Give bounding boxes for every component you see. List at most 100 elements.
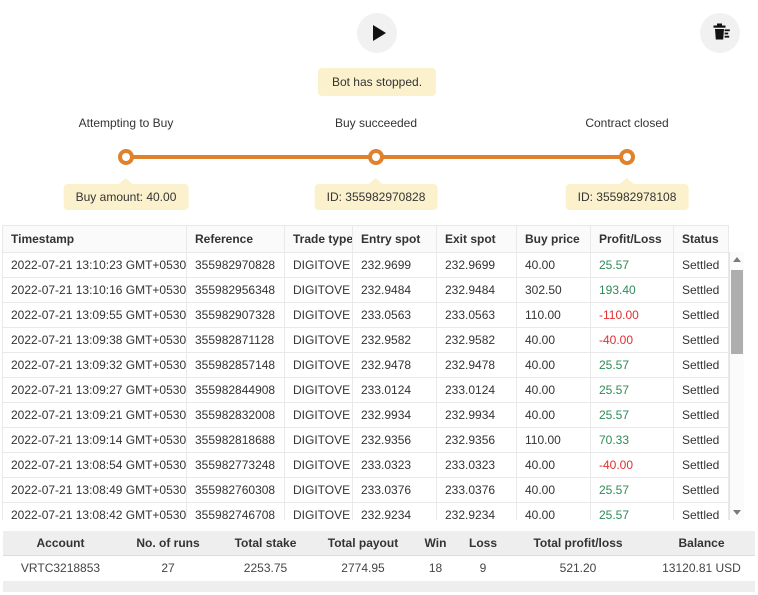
cell-status: Settled (673, 477, 729, 503)
summary-account: VRTC3218853 (3, 555, 118, 581)
cell-buy-price: 40.00 (516, 377, 591, 403)
cell-exit-spot: 233.0124 (436, 377, 517, 403)
cell-timestamp: 2022-07-21 13:08:42 GMT+0530 (2, 502, 187, 520)
cell-buy-price: 40.00 (516, 452, 591, 478)
col-header-timestamp: Timestamp (2, 225, 187, 253)
summary-col-total-stake: Total stake (218, 531, 313, 556)
table-row: 2022-07-21 13:09:27 GMT+0530 355982844908… (2, 377, 729, 403)
cell-timestamp: 2022-07-21 13:09:27 GMT+0530 (2, 377, 187, 403)
col-header-exit-spot: Exit spot (436, 225, 517, 253)
bot-status-banner: Bot has stopped. (317, 68, 437, 96)
scroll-up-button[interactable] (730, 252, 744, 267)
cell-timestamp: 2022-07-21 13:09:14 GMT+0530 (2, 427, 187, 453)
cell-entry-spot: 232.9356 (352, 427, 437, 453)
cell-reference: 355982956348 (186, 277, 285, 303)
cell-trade-type: DIGITOVE (284, 427, 353, 453)
table-row: 2022-07-21 13:09:21 GMT+0530 355982832008… (2, 402, 729, 428)
col-header-reference: Reference (186, 225, 285, 253)
cell-trade-type: DIGITOVE (284, 377, 353, 403)
table-row: 2022-07-21 13:09:55 GMT+0530 355982907328… (2, 302, 729, 328)
table-row: 2022-07-21 13:08:42 GMT+0530 355982746708… (2, 502, 729, 520)
cell-timestamp: 2022-07-21 13:10:23 GMT+0530 (2, 252, 187, 278)
run-bot-button[interactable] (357, 13, 397, 53)
cell-reference: 355982907328 (186, 302, 285, 328)
table-row: 2022-07-21 13:08:54 GMT+0530 355982773248… (2, 452, 729, 478)
cell-buy-price: 110.00 (516, 302, 591, 328)
cell-status: Settled (673, 402, 729, 428)
tracker-node-succeeded (368, 149, 384, 165)
cell-entry-spot: 233.0323 (352, 452, 437, 478)
summary-data-row: VRTC3218853 27 2253.75 2774.95 18 9 521.… (3, 555, 755, 581)
cell-exit-spot: 233.0323 (436, 452, 517, 478)
trash-icon (711, 22, 730, 44)
tracker-step-label-succeeded: Buy succeeded (334, 116, 418, 130)
cell-status: Settled (673, 327, 729, 353)
summary-col-win: Win (413, 531, 458, 556)
cell-trade-type: DIGITOVE (284, 402, 353, 428)
cell-reference: 355982832008 (186, 402, 285, 428)
summary-header-row: Account No. of runs Total stake Total pa… (3, 531, 755, 556)
cell-entry-spot: 232.9484 (352, 277, 437, 303)
tracker-node-closed (619, 149, 635, 165)
cell-exit-spot: 232.9356 (436, 427, 517, 453)
cell-profit-loss: -40.00 (590, 327, 674, 353)
cell-status: Settled (673, 427, 729, 453)
cell-entry-spot: 233.0563 (352, 302, 437, 328)
scrollbar-thumb[interactable] (731, 270, 743, 354)
cell-buy-price: 40.00 (516, 252, 591, 278)
cell-trade-type: DIGITOVE (284, 502, 353, 520)
cell-entry-spot: 232.9478 (352, 352, 437, 378)
cell-timestamp: 2022-07-21 13:08:49 GMT+0530 (2, 477, 187, 503)
tracker-step-label-attempting: Attempting to Buy (78, 116, 174, 130)
cell-entry-spot: 232.9934 (352, 402, 437, 428)
cell-status: Settled (673, 302, 729, 328)
cell-timestamp: 2022-07-21 13:08:54 GMT+0530 (2, 452, 187, 478)
cell-buy-price: 110.00 (516, 427, 591, 453)
cell-exit-spot: 232.9582 (436, 327, 517, 353)
cell-trade-type: DIGITOVE (284, 327, 353, 353)
cell-status: Settled (673, 377, 729, 403)
summary-runs: 27 (118, 555, 218, 581)
table-row: 2022-07-21 13:10:16 GMT+0530 355982956348… (2, 277, 729, 303)
cell-status: Settled (673, 277, 729, 303)
run-summary-panel: Account No. of runs Total stake Total pa… (3, 531, 755, 592)
summary-col-total-payout: Total payout (313, 531, 413, 556)
cell-reference: 355982871128 (186, 327, 285, 353)
cell-buy-price: 302.50 (516, 277, 591, 303)
cell-reference: 355982746708 (186, 502, 285, 520)
tracker-badge-buy-amount: Buy amount: 40.00 (63, 184, 189, 210)
cell-reference: 355982773248 (186, 452, 285, 478)
cell-reference: 355982818688 (186, 427, 285, 453)
cell-profit-loss: -40.00 (590, 452, 674, 478)
cell-profit-loss: -110.00 (590, 302, 674, 328)
cell-profit-loss: 25.57 (590, 352, 674, 378)
cell-timestamp: 2022-07-21 13:09:32 GMT+0530 (2, 352, 187, 378)
cell-reference: 355982844908 (186, 377, 285, 403)
summary-col-loss: Loss (458, 531, 508, 556)
summary-total-payout: 2774.95 (313, 555, 413, 581)
col-header-entry-spot: Entry spot (352, 225, 437, 253)
cell-status: Settled (673, 502, 729, 520)
summary-win: 18 (413, 555, 458, 581)
cell-status: Settled (673, 352, 729, 378)
clear-log-button[interactable] (700, 13, 740, 53)
cell-trade-type: DIGITOVE (284, 252, 353, 278)
tracker-badge-buy-id: ID: 355982970828 (314, 184, 438, 210)
cell-reference: 355982970828 (186, 252, 285, 278)
tracker-step-label-closed: Contract closed (585, 116, 669, 130)
cell-timestamp: 2022-07-21 13:09:21 GMT+0530 (2, 402, 187, 428)
cell-trade-type: DIGITOVE (284, 452, 353, 478)
table-scrollbar[interactable] (729, 252, 744, 520)
cell-entry-spot: 232.9699 (352, 252, 437, 278)
cell-profit-loss: 25.57 (590, 252, 674, 278)
play-icon (372, 25, 386, 41)
cell-exit-spot: 232.9699 (436, 252, 517, 278)
cell-status: Settled (673, 452, 729, 478)
cell-profit-loss: 70.33 (590, 427, 674, 453)
cell-entry-spot: 232.9582 (352, 327, 437, 353)
table-row: 2022-07-21 13:10:23 GMT+0530 355982970828… (2, 252, 729, 278)
scroll-down-button[interactable] (730, 505, 744, 520)
trades-table: Timestamp Reference Trade type Entry spo… (2, 225, 744, 520)
cell-entry-spot: 233.0124 (352, 377, 437, 403)
summary-total-profit: 521.20 (508, 555, 648, 581)
